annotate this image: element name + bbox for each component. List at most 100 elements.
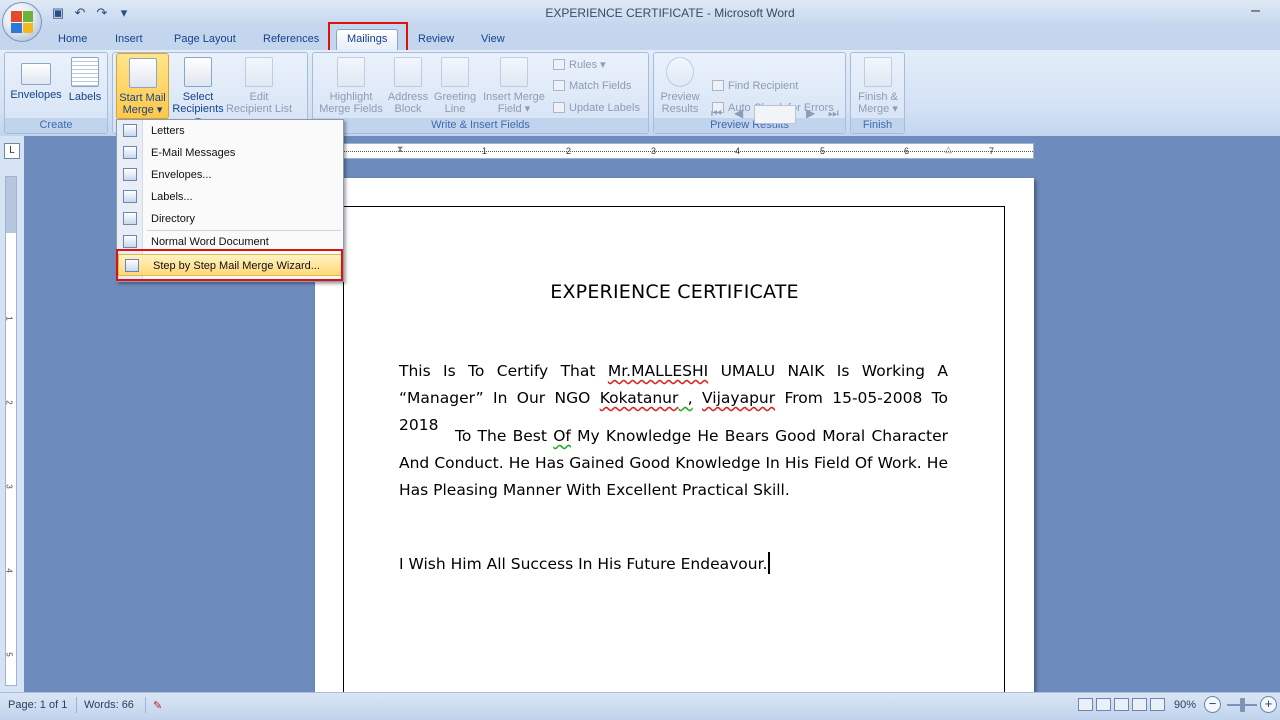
labels-icon <box>123 190 137 203</box>
mailings-highlight-box <box>328 22 408 52</box>
highlight-merge-fields-button[interactable]: Highlight Merge Fields <box>317 55 385 115</box>
next-record-icon[interactable]: ▶ <box>806 106 815 120</box>
insert-field-icon <box>500 57 528 87</box>
finish-label-2: Merge ▾ <box>858 103 898 115</box>
vertical-ruler-margin <box>6 177 16 233</box>
office-logo-icon <box>11 11 33 33</box>
address-block-button[interactable]: Address Block <box>387 55 429 115</box>
indent-marker-icon[interactable]: ⧗ <box>397 144 405 159</box>
menu-item-envelopes[interactable]: Envelopes... <box>117 164 343 186</box>
office-button[interactable] <box>2 2 42 42</box>
group-write-label: Write & Insert Fields <box>313 118 648 133</box>
envelopes-label: Envelopes <box>10 89 62 101</box>
menu-item-labels[interactable]: Labels... <box>117 186 343 208</box>
draft-icon[interactable] <box>1150 698 1165 711</box>
tab-view[interactable]: View <box>475 31 511 50</box>
word-document-icon <box>123 235 137 248</box>
menu-item-letters[interactable]: Letters <box>117 120 343 142</box>
group-write-insert: Highlight Merge Fields Address Block Gre… <box>312 52 649 134</box>
labels-button[interactable]: Labels <box>65 55 105 103</box>
greeting-label-2: Line <box>444 103 466 115</box>
page-count[interactable]: Page: 1 of 1 <box>8 699 67 711</box>
tab-insert[interactable]: Insert <box>109 31 149 50</box>
document-page[interactable]: EXPERIENCE CERTIFICATE This Is To Certif… <box>315 178 1034 706</box>
menu-item-email-messages[interactable]: E-Mail Messages <box>117 142 343 164</box>
minimize-button[interactable]: – <box>1251 2 1260 20</box>
tab-home[interactable]: Home <box>52 31 93 50</box>
select-recipients-button[interactable]: Select Recipients ▾ <box>169 55 227 127</box>
group-preview-label: Preview Results <box>654 118 845 133</box>
proofing-icon[interactable]: ✎ <box>153 699 162 712</box>
highlight-label-2: Merge Fields <box>319 103 383 115</box>
address-block-icon <box>394 57 422 87</box>
rules-icon <box>553 59 565 70</box>
menu-item-label: Letters <box>151 125 185 137</box>
preview-results-button[interactable]: Preview Results <box>656 55 704 115</box>
group-preview-results: Preview Results Find Recipient Auto Chec… <box>653 52 846 134</box>
finish-merge-button[interactable]: Finish & Merge ▾ <box>853 55 903 115</box>
start-mail-merge-content: Start Mail Merge ▾ <box>117 56 168 116</box>
update-labels-label: Update Labels <box>569 102 640 114</box>
zoom-slider-thumb[interactable] <box>1240 698 1245 712</box>
edit-label-1: Edit <box>249 91 269 103</box>
status-separator <box>145 697 146 713</box>
previous-record-icon[interactable]: ◀ <box>734 106 743 120</box>
start-mail-label-1: Start Mail <box>119 92 166 104</box>
find-recipient-label: Find Recipient <box>728 80 799 92</box>
title-bar: ▣ ↶ ↷ ▾ EXPERIENCE CERTIFICATE - Microso… <box>0 0 1280 27</box>
envelopes-button[interactable]: Envelopes <box>9 55 63 101</box>
insert-label-2: Field ▾ <box>497 103 531 115</box>
p2-text: To The Best <box>455 427 554 445</box>
hruler-number: 4 <box>735 146 741 156</box>
zoom-level[interactable]: 90% <box>1174 699 1196 711</box>
print-layout-icon[interactable] <box>1078 698 1093 711</box>
first-record-icon[interactable]: ⏮ <box>711 106 722 121</box>
menu-item-label: Directory <box>151 213 196 225</box>
find-recipient-button[interactable]: Find Recipient <box>712 80 798 92</box>
update-labels-button[interactable]: Update Labels <box>553 102 640 114</box>
p2-of: Of <box>553 427 571 445</box>
tab-selector-button[interactable]: L <box>4 143 20 159</box>
insert-merge-field-button[interactable]: Insert Merge Field ▾ <box>479 55 549 115</box>
preview-label-2: Results <box>661 103 699 115</box>
p1-text: This Is To Certify That <box>399 362 608 380</box>
right-indent-marker-icon[interactable]: △ <box>945 144 953 159</box>
word-count[interactable]: Words: 66 <box>84 699 134 711</box>
menu-item-directory[interactable]: Directory <box>117 208 343 230</box>
select-label-1: Select <box>182 91 214 103</box>
greeting-label-1: Greeting <box>433 91 477 103</box>
last-record-icon[interactable]: ⏭ <box>828 106 839 121</box>
labels-label: Labels <box>68 91 102 103</box>
zoom-out-button[interactable]: − <box>1204 696 1221 713</box>
tab-references[interactable]: References <box>257 31 325 50</box>
envelope-icon <box>21 63 51 85</box>
greeting-line-button[interactable]: Greeting Line <box>431 55 479 115</box>
vruler-number: 1 <box>4 316 14 321</box>
address-label-1: Address <box>387 91 429 103</box>
hruler-number: 6 <box>904 146 910 156</box>
insert-label-1: Insert Merge <box>483 91 545 103</box>
hruler-number: 3 <box>651 146 657 156</box>
record-number-input[interactable] <box>754 105 796 124</box>
letter-icon <box>123 124 137 137</box>
tab-review[interactable]: Review <box>412 31 460 50</box>
p3-text: I Wish Him All Success In His Future End… <box>399 555 768 573</box>
edit-recipient-list-button[interactable]: Edit Recipient List <box>219 55 299 115</box>
vertical-ruler: 1 2 3 4 5 <box>5 176 17 686</box>
zoom-in-button[interactable]: + <box>1260 696 1277 713</box>
match-fields-button[interactable]: Match Fields <box>553 80 631 92</box>
envelope-icon <box>123 168 137 181</box>
email-icon <box>123 146 137 159</box>
full-screen-reading-icon[interactable] <box>1096 698 1111 711</box>
tab-page-layout[interactable]: Page Layout <box>168 31 242 50</box>
menu-item-label: E-Mail Messages <box>151 147 236 159</box>
group-finish-label: Finish <box>851 118 904 133</box>
greeting-icon <box>441 57 469 87</box>
outline-icon[interactable] <box>1132 698 1147 711</box>
hruler-number: 5 <box>820 146 826 156</box>
start-mail-merge-button[interactable]: Start Mail Merge ▾ <box>116 53 169 119</box>
web-layout-icon[interactable] <box>1114 698 1129 711</box>
start-mail-label-2: Merge ▾ <box>122 104 163 116</box>
rules-button[interactable]: Rules ▾ <box>553 58 606 71</box>
edit-list-icon <box>245 57 273 87</box>
